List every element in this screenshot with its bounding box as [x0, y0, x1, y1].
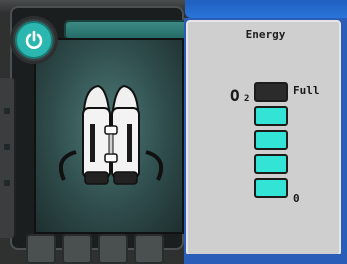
power-button[interactable]: [10, 16, 58, 64]
energy-panel: Energy O 2 Full 0: [186, 20, 341, 256]
jetpack-icon: [59, 84, 163, 185]
oxygen-gauge: [254, 82, 288, 206]
side-rail: [0, 78, 16, 238]
power-icon: [25, 30, 43, 49]
rail-notch: [4, 108, 10, 114]
item-display[interactable]: [34, 38, 184, 234]
gauge-cell-filled: [254, 154, 288, 174]
inventory-slots: [14, 234, 184, 264]
inventory-slot[interactable]: [26, 234, 56, 264]
rail-notch: [4, 180, 10, 186]
oxygen-subscript: 2: [244, 94, 250, 104]
inventory-slot[interactable]: [134, 234, 164, 264]
gauge-min-label: 0: [293, 192, 300, 205]
power-button-face: [15, 21, 53, 59]
inventory-slot[interactable]: [62, 234, 92, 264]
rail-notch: [4, 144, 10, 150]
gauge-cell-filled: [254, 178, 288, 198]
gauge-max-label: Full: [293, 84, 320, 97]
top-frame-blue: [185, 0, 347, 18]
gauge-cell-empty: [254, 82, 288, 102]
bottom-frame-blue: [184, 254, 347, 264]
gauge-cell-filled: [254, 106, 288, 126]
gauge-cell-filled: [254, 130, 288, 150]
item-name-bar: [64, 20, 192, 40]
oxygen-label: O: [230, 86, 240, 105]
energy-title: Energy: [245, 28, 286, 41]
inventory-slot[interactable]: [98, 234, 128, 264]
